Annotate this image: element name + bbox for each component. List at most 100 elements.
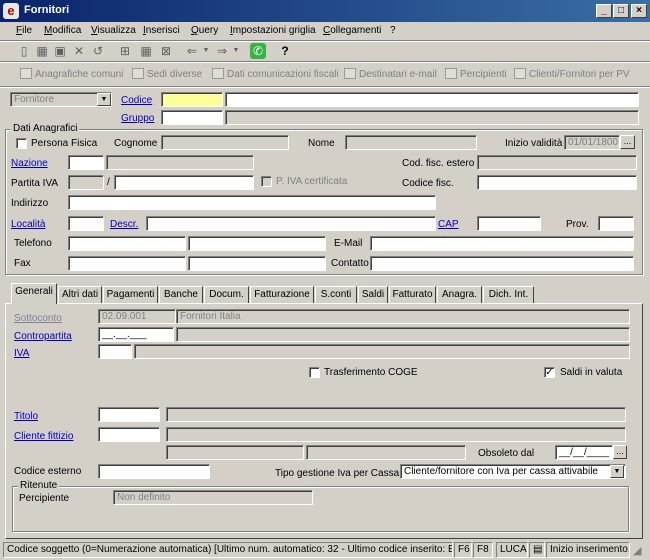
tab-docum[interactable]: Docum. [204, 286, 249, 303]
trasferimento-coge-checkbox[interactable] [309, 367, 320, 378]
menu-collegamenti[interactable]: Collegamenti [323, 25, 381, 36]
partita-iva-prefix-input[interactable] [68, 175, 104, 190]
tipo-gestione-dropdown-arrow-icon[interactable]: ▼ [610, 465, 624, 478]
piva-certificata-checkbox[interactable] [261, 176, 272, 187]
tab-fatturazione[interactable]: Fatturazione [250, 286, 314, 303]
close-button[interactable]: × [631, 4, 647, 18]
indirizzo-input[interactable] [68, 195, 436, 210]
tab-anagra[interactable]: Anagra. [437, 286, 482, 303]
cliente-fittizio-input[interactable] [98, 427, 160, 442]
tab-altri-dati[interactable]: Altri dati [58, 286, 102, 303]
fax2-input[interactable] [188, 256, 326, 271]
partita-iva-separator: / [107, 177, 110, 188]
ragione-sociale-input[interactable] [225, 92, 639, 107]
titolo-input[interactable] [98, 407, 160, 422]
tab-saldi[interactable]: Saldi [358, 286, 388, 303]
dati-comunicazioni-fiscali-button[interactable]: Dati comunicazioni fiscali [212, 68, 339, 82]
menu-file[interactable]: File [16, 25, 32, 36]
save-icon[interactable]: ▣ [52, 43, 68, 59]
filter-remove-icon[interactable]: ⊠ [158, 43, 174, 59]
menu-modifica[interactable]: Modifica [44, 25, 81, 36]
type-dropdown-arrow-icon[interactable]: ▼ [97, 93, 111, 106]
destinatari-icon [344, 68, 356, 79]
telefono-input[interactable] [68, 236, 186, 251]
ritenute-title: Ritenute [18, 480, 60, 491]
menu-visualizza[interactable]: Visualizza [91, 25, 136, 36]
nazione-link[interactable]: Nazione [11, 158, 48, 169]
nazione-input[interactable] [68, 155, 104, 170]
clienti-fornitori-pv-button[interactable]: Clienti/Fornitori per PV [514, 68, 630, 82]
sottoconto-link[interactable]: Sottoconto [14, 313, 62, 324]
nome-input[interactable] [345, 135, 477, 150]
sedi-diverse-button[interactable]: Sedi diverse [132, 68, 202, 82]
localita-input[interactable] [68, 216, 104, 231]
iva-input[interactable] [98, 344, 132, 359]
codice-link[interactable]: Codice [121, 95, 152, 106]
tab-sconti[interactable]: S.conti [315, 286, 357, 303]
fax-input[interactable] [68, 256, 186, 271]
anagrafiche-comuni-button[interactable]: Anagrafiche comuni [20, 68, 123, 82]
menu-impostazioni-griglia[interactable]: Impostazioni griglia [230, 25, 316, 36]
forward-dropdown-icon[interactable]: ▼ [228, 43, 244, 59]
sottoconto-code-input[interactable]: 02.09.001 [98, 309, 176, 324]
gruppo-link[interactable]: Gruppo [121, 113, 154, 124]
tab-dich-int[interactable]: Dich. Int. [483, 286, 534, 303]
inizio-validita-value: 01/01/1800 [568, 137, 619, 148]
status-user: LUCA [496, 542, 528, 558]
destinatari-email-button[interactable]: Destinatari e-mail [344, 68, 437, 82]
obsoleto-dal-date-button[interactable]: ... [613, 445, 627, 459]
help-icon[interactable]: ? [277, 43, 293, 59]
undo-icon[interactable]: ↺ [90, 43, 106, 59]
codice-input[interactable] [161, 92, 223, 107]
inizio-validita-date-button[interactable]: ... [620, 135, 635, 149]
trasferimento-coge-label: Trasferimento COGE [324, 367, 418, 378]
tab-pagamenti[interactable]: Pagamenti [103, 286, 158, 303]
contatto-label: Contatto [331, 258, 369, 269]
back-dropdown-icon[interactable]: ▼ [198, 43, 214, 59]
cod-fisc-estero-input[interactable] [477, 155, 637, 170]
maximize-button[interactable]: □ [613, 4, 629, 18]
delete-icon[interactable]: ✕ [71, 43, 87, 59]
email-input[interactable] [370, 236, 634, 251]
fax-label: Fax [14, 258, 31, 269]
descr-input[interactable] [146, 216, 436, 231]
persona-fisica-checkbox[interactable] [16, 138, 27, 149]
codice-esterno-input[interactable] [98, 464, 210, 479]
codice-fisc-input[interactable] [477, 175, 637, 190]
resize-grip-icon[interactable]: ◢ [633, 545, 647, 557]
copy-document-icon[interactable]: ▦ [34, 43, 50, 59]
menu-help[interactable]: ? [390, 25, 396, 36]
prov-input[interactable] [598, 216, 634, 231]
telefono-label: Telefono [14, 238, 52, 249]
grid-icon[interactable]: ▦ [138, 43, 154, 59]
cliente-fittizio-link[interactable]: Cliente fittizio [14, 431, 73, 442]
contropartita-input[interactable]: __.__.___ [98, 327, 174, 342]
new-document-icon[interactable]: ▯ [16, 43, 32, 59]
filter-icon[interactable]: ⊞ [117, 43, 133, 59]
percipiente-input[interactable]: Non definito [113, 490, 313, 505]
minimize-button[interactable]: _ [596, 4, 612, 18]
cap-input[interactable] [477, 216, 541, 231]
contropartita-link[interactable]: Contropartita [14, 331, 72, 342]
gruppo-input[interactable] [161, 110, 223, 125]
titolo-link[interactable]: Titolo [14, 411, 38, 422]
contatto-input[interactable] [370, 256, 634, 271]
percipienti-button[interactable]: Percipienti [445, 68, 507, 82]
telefono2-input[interactable] [188, 236, 326, 251]
cap-link[interactable]: CAP [438, 219, 459, 230]
descr-link[interactable]: Descr. [110, 219, 138, 230]
localita-link[interactable]: Località [11, 219, 45, 230]
obsoleto-dal-input[interactable]: __/__/____ [555, 445, 613, 460]
partita-iva-input[interactable] [114, 175, 254, 190]
menu-inserisci[interactable]: Inserisci [143, 25, 180, 36]
phone-icon[interactable]: ✆ [250, 43, 266, 59]
inizio-validita-input[interactable]: 01/01/1800 [564, 135, 620, 150]
menu-query[interactable]: Query [191, 25, 218, 36]
cognome-input[interactable] [161, 135, 289, 150]
tipo-gestione-select[interactable]: Cliente/fornitore con Iva per cassa atti… [400, 464, 626, 479]
saldi-in-valuta-checkbox[interactable]: ✓ [544, 367, 555, 378]
tab-banche[interactable]: Banche [159, 286, 203, 303]
tab-generali[interactable]: Generali [11, 283, 57, 304]
iva-link[interactable]: IVA [14, 348, 29, 359]
tab-fatturato[interactable]: Fatturato [389, 286, 436, 303]
